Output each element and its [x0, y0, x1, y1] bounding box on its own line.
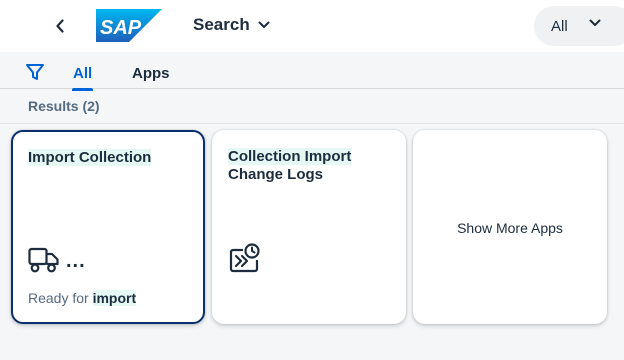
svg-text:SAP: SAP — [100, 17, 142, 39]
truck-icon — [28, 247, 59, 273]
results-title: Results (2) — [28, 98, 100, 114]
app-title: Search — [193, 15, 250, 34]
scope-select-value: All — [551, 17, 568, 35]
divider — [0, 123, 624, 124]
tile-title: Import Collection — [28, 149, 188, 167]
tab-apps[interactable]: Apps — [132, 65, 170, 82]
chevron-left-icon — [56, 19, 64, 33]
shell-bar: SAP Search All — [0, 0, 624, 52]
show-more-apps-tile[interactable]: Show More Apps — [413, 130, 607, 324]
sap-logo[interactable]: SAP — [96, 9, 162, 42]
chevron-down-icon — [589, 19, 601, 26]
import-history-icon — [229, 243, 260, 273]
chevron-down-icon — [258, 21, 270, 28]
tile-collection-import-change-logs[interactable]: Collection Import Change Logs — [212, 130, 406, 324]
tile-footer: Ready for import — [28, 290, 137, 306]
more-indicator: ... — [66, 250, 86, 272]
tile-footer-text: Ready for — [28, 290, 93, 306]
tile-title: Collection Import Change Logs — [228, 148, 388, 184]
back-button[interactable] — [48, 14, 72, 38]
filter-icon[interactable] — [24, 61, 46, 83]
tile-title-rest: Change Logs — [228, 166, 324, 183]
tile-footer-highlight: import — [92, 290, 137, 306]
app-title-menu[interactable]: Search — [193, 15, 270, 35]
tile-title-highlight: Collection Import — [228, 148, 352, 165]
tab-all[interactable]: All — [71, 65, 94, 91]
tab-bar: All Apps — [0, 52, 624, 91]
show-more-label: Show More Apps — [457, 220, 563, 236]
tile-title-highlight: Import Collection — [28, 149, 152, 166]
scope-select[interactable]: All — [534, 6, 624, 46]
tile-import-collection[interactable]: Import Collection ... Ready for import — [11, 130, 205, 324]
